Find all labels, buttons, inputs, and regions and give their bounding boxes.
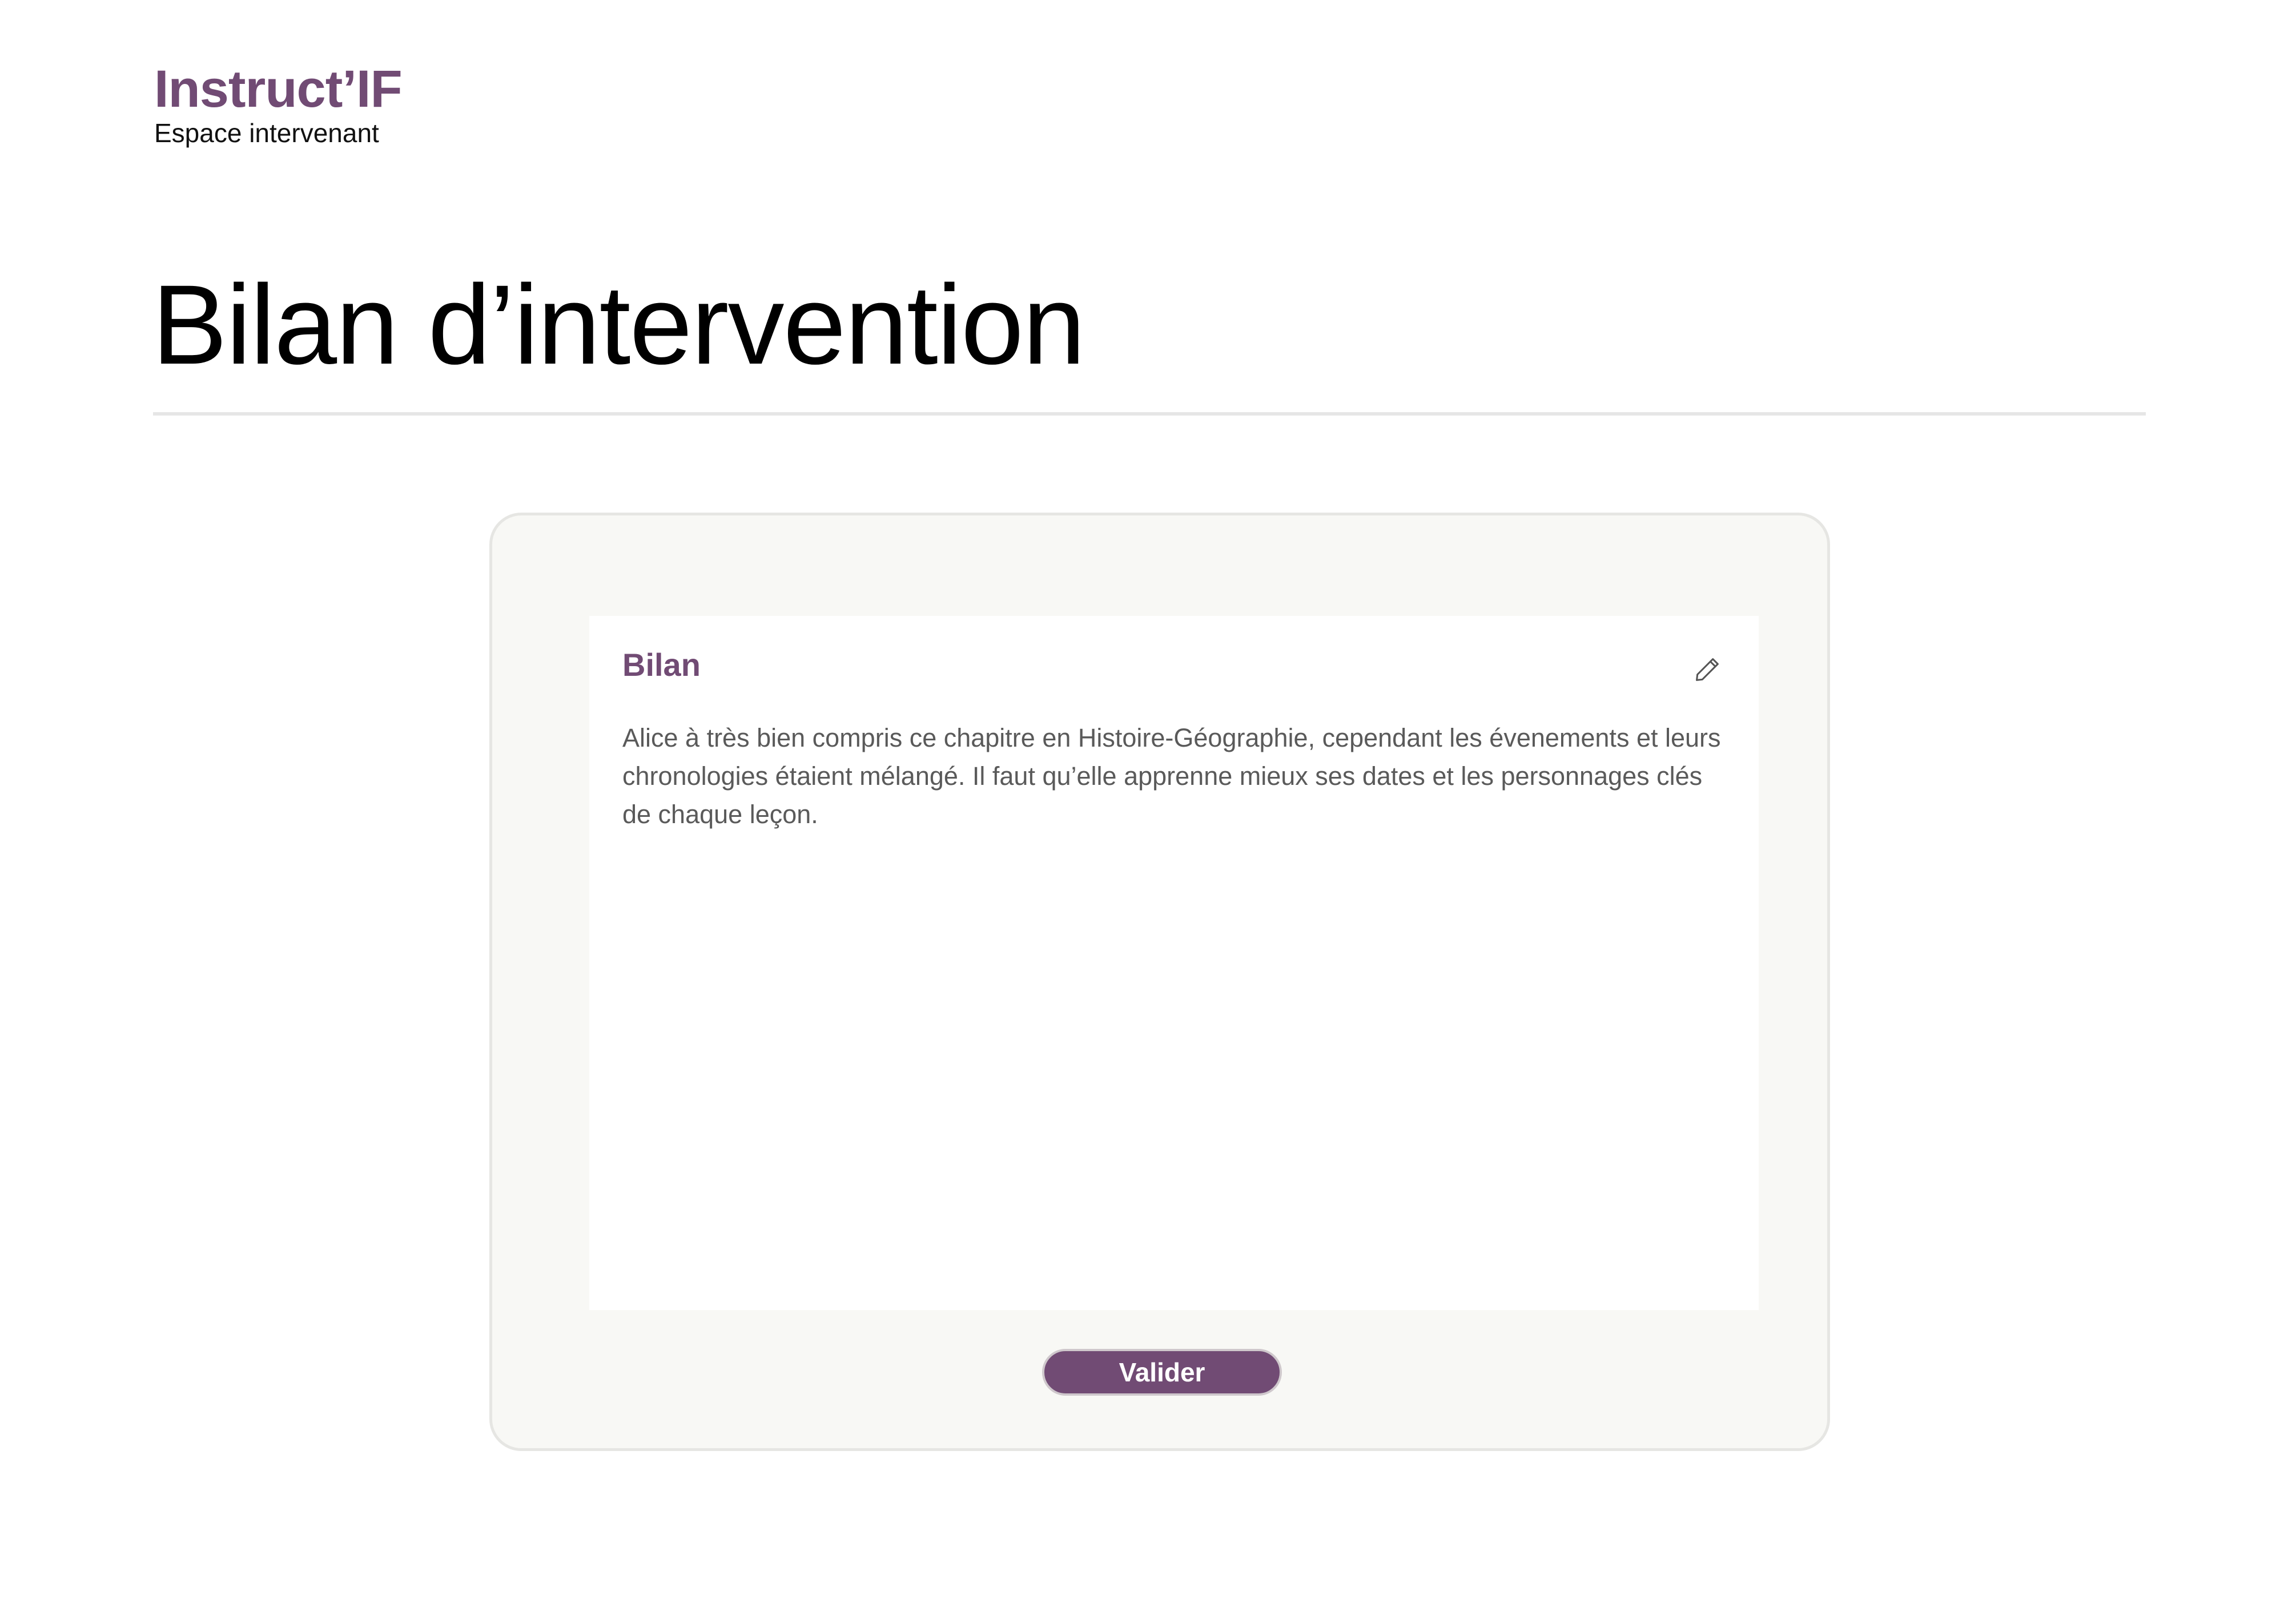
page-title: Bilan d’intervention — [152, 261, 1085, 388]
validate-button[interactable]: Valider — [1042, 1349, 1282, 1396]
brand-subtitle: Espace intervenant — [154, 118, 379, 148]
brand-header: Instruct’IF Espace intervenant — [154, 60, 403, 148]
bilan-panel: Bilan Alice à très bien compris ce chapi… — [589, 616, 1759, 1310]
pencil-icon — [1696, 658, 1719, 681]
edit-button[interactable] — [1689, 651, 1726, 688]
bilan-card: Bilan Alice à très bien compris ce chapi… — [489, 513, 1830, 1451]
brand-logo-text: Instruct’IF — [154, 60, 403, 118]
bilan-text[interactable]: Alice à très bien compris ce chapitre en… — [622, 719, 1736, 833]
title-divider — [153, 412, 2146, 416]
bilan-title: Bilan — [622, 647, 701, 683]
page: Instruct’IF Espace intervenant Bilan d’i… — [0, 0, 2284, 1624]
